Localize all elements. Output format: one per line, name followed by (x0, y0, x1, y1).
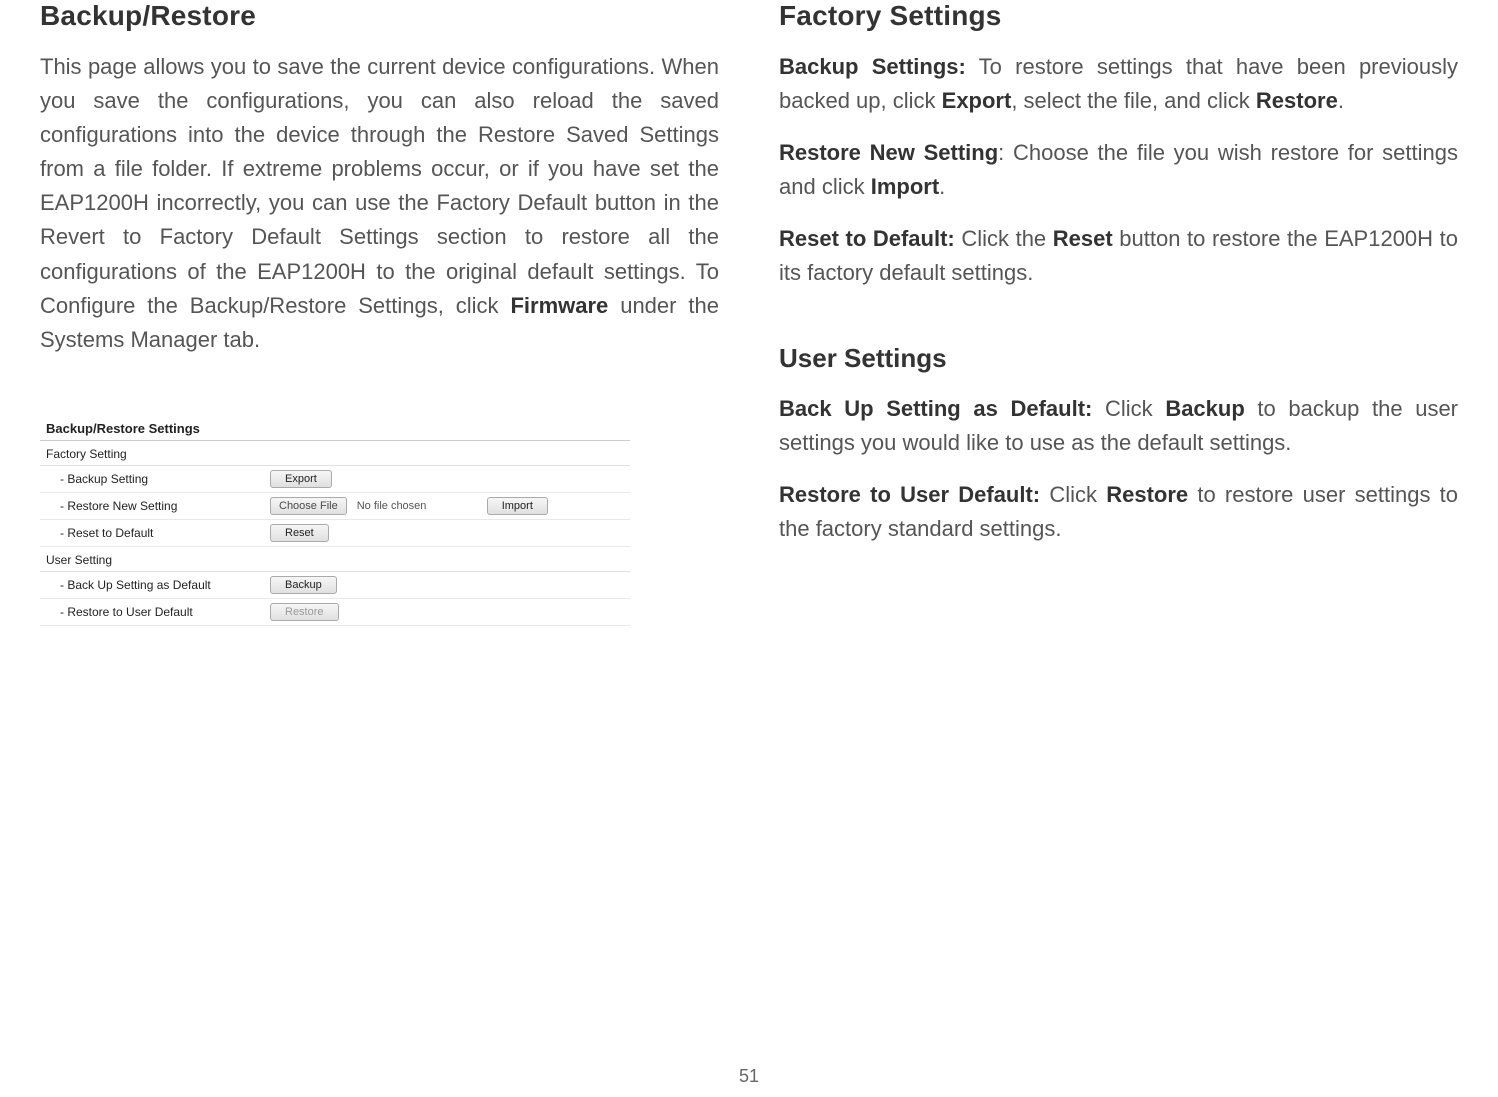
no-file-chosen-text: No file chosen (353, 500, 481, 512)
text-p3-t1: Click the (955, 226, 1053, 251)
bold-restore-word: Restore (1106, 482, 1188, 507)
bold-restore-user-default: Restore to User Default: (779, 482, 1040, 507)
bold-backup-settings: Backup Settings: (779, 54, 966, 79)
bold-import: Import (871, 174, 939, 199)
heading-backup-restore: Backup/Restore (40, 0, 719, 32)
row-backup-setting: - Backup Setting Export (40, 466, 630, 493)
backup-restore-paragraph: This page allows you to save the current… (40, 50, 719, 357)
row-restore-new-setting: - Restore New Setting Choose File No fil… (40, 493, 630, 520)
bold-reset: Reset (1053, 226, 1113, 251)
heading-factory-settings: Factory Settings (779, 0, 1458, 32)
backup-restore-settings-panel: Backup/Restore Settings Factory Setting … (40, 417, 630, 626)
text-p2-t2: . (939, 174, 945, 199)
restore-button[interactable]: Restore (270, 603, 339, 621)
label-restore-user-default: - Restore to User Default (46, 605, 270, 619)
para-restore-new-setting: Restore New Setting: Choose the file you… (779, 136, 1458, 204)
para-pre: This page allows you to save the current… (40, 54, 719, 318)
label-restore-new-setting: - Restore New Setting (46, 499, 270, 513)
label-backup-setting: - Backup Setting (46, 472, 270, 486)
bold-reset-to-default: Reset to Default: (779, 226, 955, 251)
heading-user-settings: User Settings (779, 343, 1458, 374)
text-p4-t1: Click (1092, 396, 1165, 421)
para-bold-firmware: Firmware (510, 293, 608, 318)
para-backup-settings: Backup Settings: To restore settings tha… (779, 50, 1458, 118)
text-p5-t1: Click (1040, 482, 1106, 507)
text-p1-t2: , select the file, and click (1011, 88, 1256, 113)
para-restore-user-default: Restore to User Default: Click Restore t… (779, 478, 1458, 546)
bold-restore: Restore (1256, 88, 1338, 113)
choose-file-button[interactable]: Choose File (270, 497, 347, 515)
bold-export: Export (942, 88, 1012, 113)
label-reset-to-default: - Reset to Default (46, 526, 270, 540)
panel-title: Backup/Restore Settings (40, 417, 630, 441)
group-factory-setting: Factory Setting (40, 441, 630, 466)
row-restore-user-default: - Restore to User Default Restore (40, 599, 630, 626)
bold-backup-as-default: Back Up Setting as Default: (779, 396, 1092, 421)
bold-restore-new-setting: Restore New Setting (779, 140, 998, 165)
import-button[interactable]: Import (487, 497, 548, 515)
row-reset-to-default: - Reset to Default Reset (40, 520, 630, 547)
reset-button[interactable]: Reset (270, 524, 329, 542)
para-reset-to-default: Reset to Default: Click the Reset button… (779, 222, 1458, 290)
para-backup-as-default: Back Up Setting as Default: Click Backup… (779, 392, 1458, 460)
backup-button[interactable]: Backup (270, 576, 337, 594)
text-p1-t3: . (1338, 88, 1344, 113)
row-backup-as-default: - Back Up Setting as Default Backup (40, 572, 630, 599)
bold-backup: Backup (1165, 396, 1244, 421)
page-number: 51 (0, 1066, 1498, 1087)
export-button[interactable]: Export (270, 470, 332, 488)
group-user-setting: User Setting (40, 547, 630, 572)
label-backup-as-default: - Back Up Setting as Default (46, 578, 270, 592)
